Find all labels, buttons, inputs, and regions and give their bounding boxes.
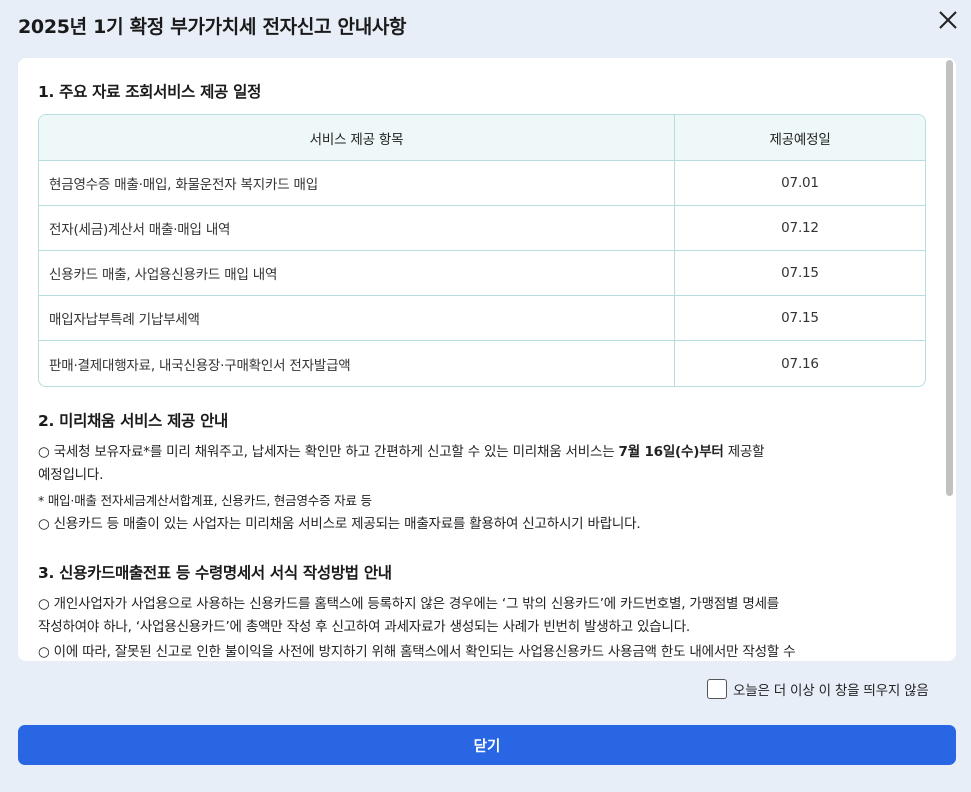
- table-row: 전자(세금)계산서 매출·매입 내역 07.12: [39, 206, 925, 251]
- col-header-date: 제공예정일: [675, 115, 925, 161]
- table-cell-item: 전자(세금)계산서 매출·매입 내역: [39, 206, 675, 251]
- section3-p1-line2: 작성하여야 하나, ‘사업용신용카드’에 총액만 작성 후 신고하여 과세자료가…: [38, 619, 691, 635]
- table-header-row: 서비스 제공 항목 제공예정일: [39, 115, 925, 161]
- table-cell-date: 07.01: [675, 161, 925, 206]
- section3-title: 3. 신용카드매출전표 등 수령명세서 서식 작성방법 안내: [38, 564, 392, 582]
- section2-paragraph1: ○ 국세청 보유자료*를 미리 채워주고, 납세자는 확인만 하고 간편하게 신…: [38, 441, 918, 487]
- table-cell-date: 07.15: [675, 296, 925, 341]
- close-button[interactable]: 닫기: [18, 725, 956, 765]
- section3-paragraph2: ○ 이에 따라, 잘못된 신고로 인한 불이익을 사전에 방지하기 위해 홈택스…: [38, 644, 796, 660]
- content-panel: 1. 주요 자료 조회서비스 제공 일정 서비스 제공 항목 제공예정일 현금영…: [18, 58, 956, 661]
- section3-paragraph1: ○ 개인사업자가 사업용으로 사용하는 신용카드를 홈택스에 등록하지 않은 경…: [38, 593, 918, 639]
- table-row: 현금영수증 매출·매입, 화물운전자 복지카드 매입 07.01: [39, 161, 925, 206]
- section2-paragraph2: ○ 신용카드 등 매출이 있는 사업자는 미리채움 서비스로 제공되는 매출자료…: [38, 516, 641, 532]
- table-row: 신용카드 매출, 사업용신용카드 매입 내역 07.15: [39, 251, 925, 296]
- section2-p1-text-end: 제공할: [723, 444, 765, 460]
- table-row: 매입자납부특례 기납부세액 07.15: [39, 296, 925, 341]
- section2-p1-date: 7월 16일(수)부터: [618, 444, 724, 460]
- table-cell-date: 07.15: [675, 251, 925, 296]
- dialog-title: 2025년 1기 확정 부가가치세 전자신고 안내사항: [18, 16, 407, 38]
- table-cell-item: 현금영수증 매출·매입, 화물운전자 복지카드 매입: [39, 161, 675, 206]
- section2-p1-line2: 예정입니다.: [38, 467, 104, 483]
- table-cell-date: 07.12: [675, 206, 925, 251]
- dont-show-checkbox[interactable]: [707, 679, 727, 699]
- section2-p1-text: ○ 국세청 보유자료*를 미리 채워주고, 납세자는 확인만 하고 간편하게 신…: [38, 444, 619, 460]
- table-cell-date: 07.16: [781, 355, 819, 372]
- table-cell-item: 매입자납부특례 기납부세액: [39, 296, 675, 341]
- dont-show-today-option[interactable]: 오늘은 더 이상 이 창을 띄우지 않음: [707, 679, 929, 699]
- scrollbar-thumb[interactable]: [946, 60, 953, 496]
- col-header-item: 서비스 제공 항목: [39, 115, 675, 161]
- section1-title: 1. 주요 자료 조회서비스 제공 일정: [38, 83, 262, 101]
- section2-title: 2. 미리채움 서비스 제공 안내: [38, 412, 229, 430]
- table-cell-item: 판매·결제대행자료, 내국신용장·구매확인서 전자발급액: [39, 341, 675, 386]
- schedule-table: 서비스 제공 항목 제공예정일 현금영수증 매출·매입, 화물운전자 복지카드 …: [38, 114, 926, 387]
- table-cell-item: 신용카드 매출, 사업용신용카드 매입 내역: [39, 251, 675, 296]
- section2-note: * 매입·매출 전자세금계산서합계표, 신용카드, 현금영수증 자료 등: [38, 493, 372, 508]
- section3-p1-line1: ○ 개인사업자가 사업용으로 사용하는 신용카드를 홈택스에 등록하지 않은 경…: [38, 596, 780, 612]
- close-icon[interactable]: [934, 8, 962, 34]
- dont-show-label: 오늘은 더 이상 이 창을 띄우지 않음: [733, 683, 929, 699]
- table-row: 판매·결제대행자료, 내국신용장·구매확인서 전자발급액 07.16: [39, 341, 925, 386]
